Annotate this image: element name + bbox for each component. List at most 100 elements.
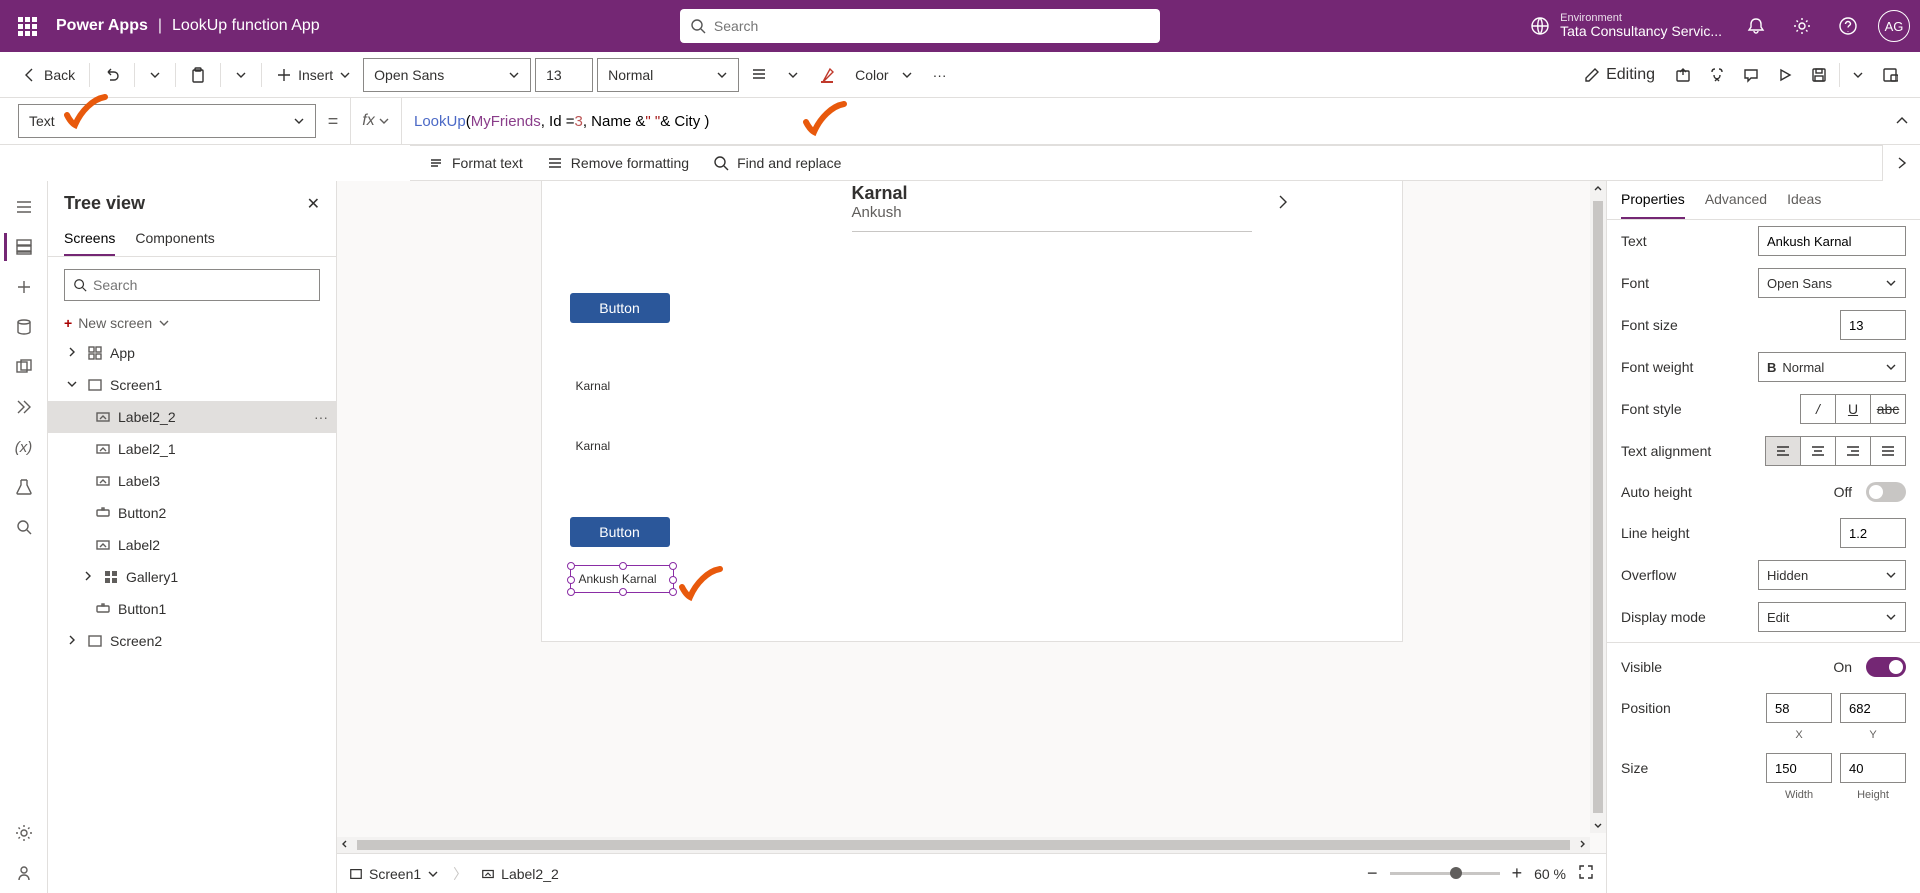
more-icon[interactable]: ··· (314, 409, 328, 425)
rail-settings-icon[interactable] (4, 813, 44, 853)
tree-node-screen1[interactable]: Screen1 (48, 369, 336, 401)
tree-node-gallery1[interactable]: Gallery1 (48, 561, 336, 593)
rail-variables-icon[interactable]: (x) (4, 427, 44, 467)
canvas-button2[interactable]: Button (570, 517, 670, 547)
publish-button[interactable] (1874, 61, 1906, 89)
fit-icon[interactable] (1578, 864, 1594, 883)
prop-height-input[interactable] (1840, 753, 1906, 783)
comments-button[interactable] (1735, 61, 1767, 89)
prop-font-select[interactable]: Open Sans (1758, 268, 1906, 298)
align-justify-button[interactable] (1870, 436, 1906, 466)
back-button[interactable]: Back (14, 61, 83, 89)
undo-button[interactable] (96, 61, 128, 89)
global-search[interactable] (680, 9, 1160, 43)
prop-posy-input[interactable] (1840, 693, 1906, 723)
prop-strike-button[interactable]: abc (1870, 394, 1906, 424)
align-button[interactable] (743, 61, 775, 89)
rail-hamburger-icon[interactable] (4, 187, 44, 227)
align-center-button[interactable] (1800, 436, 1836, 466)
remove-formatting-button[interactable]: Remove formatting (547, 155, 689, 171)
prop-fontweight-select[interactable]: BNormal (1758, 352, 1906, 382)
tree-node-screen2[interactable]: Screen2 (48, 625, 336, 657)
font-select[interactable]: Open Sans (363, 58, 531, 92)
color-button[interactable] (811, 61, 843, 89)
find-replace-button[interactable]: Find and replace (713, 155, 841, 171)
scrollbar-vertical[interactable] (1590, 181, 1606, 833)
canvas-label-karnal1[interactable]: Karnal (576, 379, 611, 393)
settings-icon[interactable] (1780, 4, 1824, 48)
align-left-button[interactable] (1765, 436, 1801, 466)
fontweight-select[interactable]: Normal (597, 58, 739, 92)
tree-node-label2-1[interactable]: Label2_1 (48, 433, 336, 465)
tree-node-label3[interactable]: Label3 (48, 465, 336, 497)
close-treeview-icon[interactable]: ✕ (307, 194, 320, 214)
canvas-label-karnal2[interactable]: Karnal (576, 439, 611, 453)
scrollbar-horizontal[interactable] (337, 837, 1590, 853)
help-icon[interactable] (1826, 4, 1870, 48)
rail-tests-icon[interactable] (4, 467, 44, 507)
app-launcher-icon[interactable] (10, 9, 44, 43)
zoom-slider[interactable] (1390, 872, 1500, 875)
canvas[interactable]: Karnal Ankush Button Karnal Karnal Butto… (542, 181, 1402, 641)
rail-ai-icon[interactable] (4, 853, 44, 893)
paste-chevron[interactable] (227, 63, 255, 87)
prop-underline-button[interactable]: U (1835, 394, 1871, 424)
tree-node-label2[interactable]: Label2 (48, 529, 336, 561)
tree-search-input[interactable] (93, 277, 311, 293)
tree-node-label2-2[interactable]: Label2_2··· (48, 401, 336, 433)
save-chevron[interactable] (1844, 63, 1872, 87)
prop-tab-ideas[interactable]: Ideas (1787, 181, 1821, 219)
prop-visible-toggle[interactable] (1866, 657, 1906, 677)
prop-displaymode-select[interactable]: Edit (1758, 602, 1906, 632)
paste-button[interactable] (182, 61, 214, 89)
prop-fontsize-input[interactable] (1840, 310, 1906, 340)
rail-flows-icon[interactable] (4, 387, 44, 427)
avatar[interactable]: AG (1878, 10, 1910, 42)
rail-search-icon[interactable] (4, 507, 44, 547)
property-select[interactable]: Text (18, 104, 316, 138)
tab-components[interactable]: Components (135, 222, 214, 256)
tree-search[interactable] (64, 269, 320, 301)
formula-next[interactable] (1882, 145, 1920, 181)
checker-button[interactable] (1701, 61, 1733, 89)
color-label[interactable]: Color (847, 61, 920, 89)
new-screen-button[interactable]: +New screen (48, 309, 336, 337)
fontsize-select[interactable]: 13 (535, 58, 593, 92)
more-toolbar[interactable]: ··· (925, 61, 955, 89)
undo-chevron[interactable] (141, 63, 169, 87)
format-text-button[interactable]: Format text (428, 155, 523, 171)
environment-picker[interactable]: EnvironmentTata Consultancy Servic... (1520, 12, 1732, 39)
editing-button[interactable]: Editing (1574, 60, 1665, 90)
breadcrumb-item[interactable]: Label2_2 (481, 866, 559, 882)
notifications-icon[interactable] (1734, 4, 1778, 48)
tree-node-button1[interactable]: Button1 (48, 593, 336, 625)
search-input[interactable] (714, 18, 1150, 34)
tab-screens[interactable]: Screens (64, 222, 115, 256)
insert-button[interactable]: Insert (268, 61, 359, 89)
prop-lineheight-input[interactable] (1840, 518, 1906, 548)
prop-overflow-select[interactable]: Hidden (1758, 560, 1906, 590)
align-right-button[interactable] (1835, 436, 1871, 466)
rail-treeview-icon[interactable] (4, 227, 44, 267)
share-button[interactable] (1667, 61, 1699, 89)
tree-node-button2[interactable]: Button2 (48, 497, 336, 529)
rail-media-icon[interactable] (4, 347, 44, 387)
zoom-in-icon[interactable]: + (1512, 863, 1523, 884)
preview-button[interactable] (1769, 61, 1801, 89)
formula-bar[interactable]: LookUp(MyFriends, Id =3, Name & " " & Ci… (402, 98, 1884, 144)
breadcrumb-screen[interactable]: Screen1 (349, 866, 439, 882)
selection-box[interactable]: Ankush Karnal (570, 565, 674, 593)
prop-posx-input[interactable] (1766, 693, 1832, 723)
chevron-right-icon[interactable] (1274, 193, 1292, 216)
prop-tab-properties[interactable]: Properties (1621, 181, 1685, 219)
save-button[interactable] (1803, 61, 1835, 89)
formula-expand[interactable] (1884, 98, 1920, 144)
rail-data-icon[interactable] (4, 307, 44, 347)
zoom-out-icon[interactable]: − (1367, 863, 1378, 884)
prop-autoheight-toggle[interactable] (1866, 482, 1906, 502)
tree-node-app[interactable]: App (48, 337, 336, 369)
align-chevron[interactable] (779, 63, 807, 87)
prop-tab-advanced[interactable]: Advanced (1705, 181, 1767, 219)
canvas-button1[interactable]: Button (570, 293, 670, 323)
prop-text-input[interactable] (1758, 226, 1906, 256)
